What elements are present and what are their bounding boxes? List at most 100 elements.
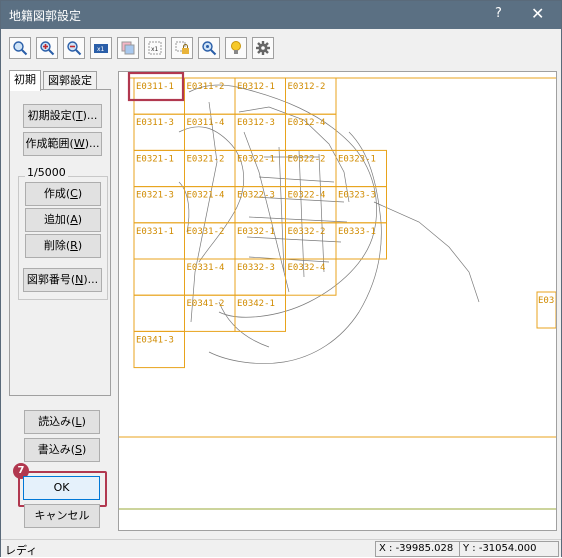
cancel-button[interactable]: キャンセル bbox=[24, 504, 100, 528]
map-view[interactable]: E0311-1 E0311-2 E0312-1 E0312-2 E0311-3 E0311… bbox=[118, 71, 557, 531]
sheet-cell-label: E0332-4 bbox=[288, 263, 326, 273]
create-range-key: W bbox=[73, 137, 85, 150]
sheet-cell-label: E0311-2 bbox=[187, 82, 225, 92]
sheet-cell-label: E0311-3 bbox=[136, 118, 174, 128]
create-range-button[interactable]: 作成範囲(W)... bbox=[23, 132, 102, 156]
status-y-coordinate: Y : -31054.000 bbox=[459, 541, 559, 557]
sheet-cell-label: E0312-1 bbox=[237, 82, 275, 92]
zoom-out-icon bbox=[67, 41, 82, 56]
save-key: S bbox=[75, 443, 82, 456]
create-range-suffix: )... bbox=[84, 137, 100, 150]
load-label: 読込み( bbox=[38, 415, 76, 428]
sheet-cell-label: E0332-1 bbox=[237, 227, 275, 237]
sheet-cell[interactable] bbox=[133, 294, 185, 332]
sheet-cell-label: E0323-3 bbox=[338, 191, 376, 201]
sheet-cell-label: E0312-3 bbox=[237, 118, 275, 128]
sheet-cell-label: E0321-4 bbox=[187, 191, 225, 201]
scale-group-label: 1/5000 bbox=[25, 166, 68, 179]
sheet-cell-label: E0312-4 bbox=[288, 118, 326, 128]
initial-settings-button[interactable]: 初期設定(T)... bbox=[23, 104, 102, 128]
save-label: 書込み( bbox=[37, 443, 75, 456]
add-key: A bbox=[70, 213, 78, 226]
create-range-label: 作成範囲( bbox=[25, 137, 74, 150]
save-button[interactable]: 書込み(S) bbox=[24, 438, 100, 462]
sheet-cell-label: E0333-1 bbox=[338, 227, 376, 237]
add-button[interactable]: 追加(A) bbox=[25, 208, 101, 232]
svg-text:x1: x1 bbox=[97, 46, 105, 53]
sheet-number-label: 図郭番号( bbox=[26, 273, 76, 286]
delete-suffix: ) bbox=[77, 239, 83, 252]
sheet-cell-label: E0331-1 bbox=[136, 227, 174, 237]
zoom-out-button[interactable] bbox=[63, 37, 85, 59]
layer-button[interactable] bbox=[117, 37, 139, 59]
dialog-window: 地籍図郭設定 ? ✕ x1 x1 初期 図郭設定 初期設定(T)... 作成範囲… bbox=[0, 0, 562, 557]
window-title: 地籍図郭設定 bbox=[9, 9, 82, 23]
delete-button[interactable]: 削除(R) bbox=[25, 234, 101, 258]
delete-label: 削除( bbox=[43, 239, 71, 252]
ok-button[interactable]: OK bbox=[23, 476, 100, 500]
initial-settings-suffix: )... bbox=[82, 109, 98, 122]
map-canvas: E0311-1 E0311-2 E0312-1 E0312-2 E0311-3 E0311… bbox=[119, 72, 556, 510]
initial-settings-label: 初期設定( bbox=[27, 109, 76, 122]
sheet-cell-label: E0341-3 bbox=[136, 335, 174, 345]
svg-text:x1: x1 bbox=[151, 46, 159, 53]
sheet-cell-label: E0342-1 bbox=[237, 299, 275, 309]
zoom-fit-button[interactable] bbox=[9, 37, 31, 59]
create-button[interactable]: 作成(C) bbox=[25, 182, 101, 206]
lock-icon bbox=[175, 41, 189, 54]
title-bar: 地籍図郭設定 ? ✕ bbox=[1, 1, 561, 29]
sheet-cell-label: E0332-2 bbox=[288, 227, 326, 237]
sheet-cell-label: E0312-2 bbox=[288, 82, 326, 92]
zoom-in-button[interactable] bbox=[36, 37, 58, 59]
sheet-cell-label: E0321-1 bbox=[136, 154, 174, 164]
sheet-cell-label: E0311-4 bbox=[187, 118, 225, 128]
create-key: C bbox=[70, 187, 78, 200]
load-suffix: ) bbox=[81, 415, 86, 428]
help-button[interactable]: ? bbox=[495, 6, 502, 21]
settings-button[interactable] bbox=[252, 37, 274, 59]
tab-initial[interactable]: 初期 bbox=[9, 70, 41, 91]
sheet-cell-label: E0322-1 bbox=[237, 154, 275, 164]
zoom-search-icon bbox=[202, 41, 217, 56]
gear-icon bbox=[256, 41, 270, 55]
status-bar: レディ X : -39985.028 Y : -31054.000 bbox=[1, 539, 561, 557]
sheet-cell-label: E0321-3 bbox=[136, 191, 174, 201]
zoom-fit-icon bbox=[13, 41, 28, 56]
edge-cell-label: E03 bbox=[538, 296, 554, 306]
initial-settings-key: T bbox=[75, 109, 83, 122]
load-button[interactable]: 読込み(L) bbox=[24, 410, 100, 434]
sheet-number-suffix: )... bbox=[83, 273, 99, 286]
add-suffix: ) bbox=[77, 213, 83, 226]
create-label: 作成( bbox=[43, 187, 71, 200]
save-suffix: ) bbox=[81, 443, 87, 456]
sheet-cell-label: E0322-3 bbox=[237, 191, 275, 201]
sheet-cell-label: E0332-3 bbox=[237, 263, 275, 273]
grid-icon: x1 bbox=[148, 41, 162, 55]
move-icon: x1 bbox=[94, 44, 108, 53]
sheet-number-button[interactable]: 図郭番号(N)... bbox=[23, 268, 102, 292]
sheet-cell-label: E0311-1 bbox=[136, 82, 174, 92]
sheet-cell-label: E0331-2 bbox=[187, 227, 225, 237]
status-text: レディ bbox=[5, 544, 38, 557]
sheet-grid: E0311-1 E0311-2 E0312-1 E0312-2 E0311-3 E0311… bbox=[133, 77, 387, 369]
move-button[interactable]: x1 bbox=[90, 37, 112, 59]
status-x-coordinate: X : -39985.028 bbox=[375, 541, 460, 557]
layer-icon bbox=[121, 41, 135, 55]
zoom-in-icon bbox=[40, 41, 55, 56]
lock-button[interactable] bbox=[171, 37, 193, 59]
sheet-cell-label: E0322-2 bbox=[288, 154, 326, 164]
delete-key: R bbox=[70, 239, 78, 252]
sheet-cell-label: E0321-2 bbox=[187, 154, 225, 164]
bulb-button[interactable] bbox=[225, 37, 247, 59]
sheet-cell-label: E0331-4 bbox=[187, 263, 225, 273]
close-button[interactable]: ✕ bbox=[531, 4, 544, 23]
zoom-search-button[interactable] bbox=[198, 37, 220, 59]
bulb-icon bbox=[231, 41, 241, 54]
add-label: 追加( bbox=[43, 213, 71, 226]
create-suffix: ) bbox=[77, 187, 83, 200]
sheet-cell[interactable] bbox=[133, 258, 185, 296]
grid-button[interactable]: x1 bbox=[144, 37, 166, 59]
sheet-cell-label: E0341-2 bbox=[187, 299, 225, 309]
sheet-cell-label: E0323-1 bbox=[338, 154, 376, 164]
tab-sheet-settings[interactable]: 図郭設定 bbox=[43, 71, 97, 90]
